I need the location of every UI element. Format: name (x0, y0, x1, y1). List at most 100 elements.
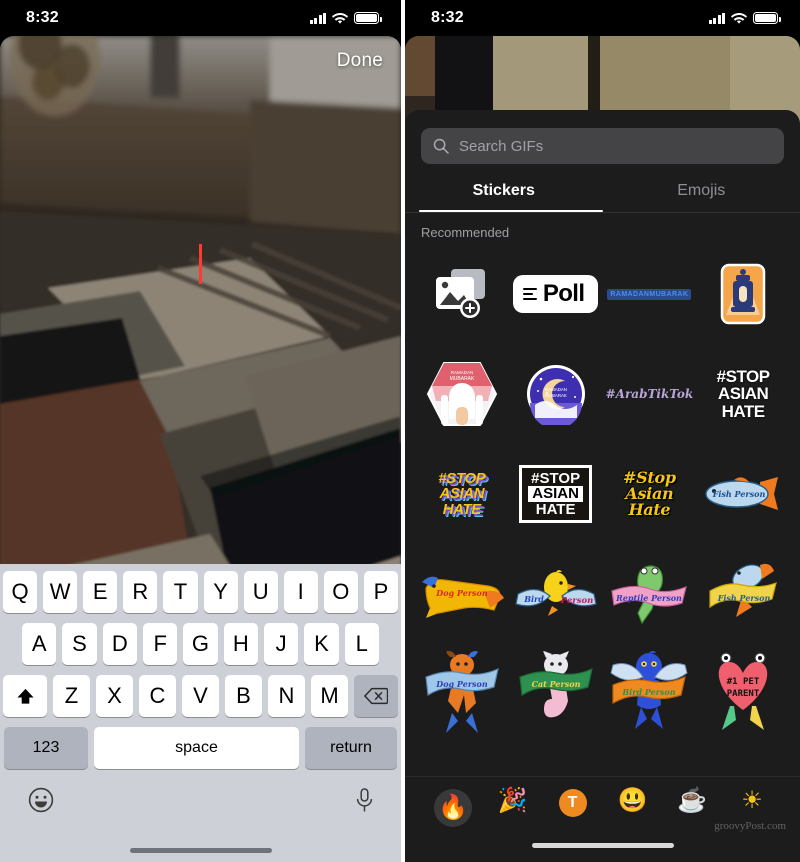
key-m[interactable]: M (311, 675, 348, 717)
key-h[interactable]: H (223, 623, 258, 665)
key-w[interactable]: W (43, 571, 78, 613)
backspace-icon[interactable] (354, 675, 398, 717)
key-e[interactable]: E (83, 571, 118, 613)
search-placeholder: Search GIFs (459, 137, 544, 155)
key-s[interactable]: S (62, 623, 97, 665)
arab-tiktok-text: #ArabTikTok (605, 387, 694, 401)
dog-person-yellow-sticker[interactable]: Dog Person (415, 544, 509, 644)
hot-beverage-emoji-glyph: ☕ (677, 787, 708, 814)
key-y[interactable]: Y (203, 571, 238, 613)
arab-tiktok-sticker[interactable]: #ArabTikTok (603, 344, 697, 444)
svg-text:Fish Person: Fish Person (717, 593, 771, 603)
cat-person-sticker[interactable]: Cat Person (509, 644, 603, 744)
stop-asian-hate-script-sticker[interactable]: #Stop Asian Hate (603, 444, 697, 544)
stop-asian-hate-retro-sticker[interactable]: #STOP ASIAN HATE (415, 444, 509, 544)
fire-emoji[interactable]: 🔥 (423, 789, 483, 827)
key-t[interactable]: T (163, 571, 198, 613)
sun-emoji[interactable]: ☀ (722, 789, 782, 813)
line-hate: HATE (442, 500, 482, 518)
key-q[interactable]: Q (3, 571, 38, 613)
key-x[interactable]: X (96, 675, 133, 717)
bird-person-blue-sticker[interactable]: Bird Person (603, 644, 697, 744)
done-button[interactable]: Done (337, 50, 383, 72)
ramadan-mosque-hex-sticker[interactable]: RAMADAN MUBARAK (415, 344, 509, 444)
line-stop: #STOP (438, 470, 486, 488)
cellular-signal-icon (708, 12, 725, 24)
ramadan-moon-circle-sticker[interactable]: RAMADAN MUBARAK (509, 344, 603, 444)
sticker-row: #STOP ASIAN HATE #STOP ASIAN HATE #Stop … (415, 444, 790, 544)
key-g[interactable]: G (183, 623, 218, 665)
cellular-signal-icon (309, 12, 326, 24)
sticker-sheet: Search GIFs Stickers Emojis Recommended (405, 110, 800, 862)
key-k[interactable]: K (304, 623, 339, 665)
key-o[interactable]: O (323, 571, 358, 613)
reptile-person-sticker[interactable]: Reptile Person (603, 544, 697, 644)
numbers-key[interactable]: 123 (4, 727, 88, 769)
text-cursor (199, 244, 202, 284)
keyboard-row-2: A S D F G H J K L (0, 623, 401, 665)
key-n[interactable]: N (268, 675, 305, 717)
poll-sticker[interactable]: Poll (509, 244, 603, 344)
keyboard-row-4: 123 space return (0, 727, 401, 769)
tab-emojis[interactable]: Emojis (603, 174, 800, 212)
ramadan-lantern-sticker[interactable] (696, 244, 790, 344)
line-asian: ASIAN (528, 486, 583, 502)
hot-beverage-emoji[interactable]: ☕ (662, 789, 722, 813)
svg-text:Reptile Person: Reptile Person (616, 593, 683, 603)
stop-asian-hate-white-sticker[interactable]: #STOP ASIAN HATE (696, 344, 790, 444)
screenshot-stage: 8:32 Done Q W E R T Y U I O P A S D F G … (0, 0, 800, 862)
key-j[interactable]: J (263, 623, 299, 665)
line-stop: #STOP (531, 470, 581, 488)
status-icon-group (708, 12, 781, 24)
left-status-bar: 8:32 (0, 0, 401, 36)
poll-chip: Poll (512, 275, 599, 313)
key-i[interactable]: I (283, 571, 318, 613)
grinning-face-emoji-glyph: 😃 (617, 787, 648, 814)
key-a[interactable]: A (22, 623, 57, 665)
tab-stickers[interactable]: Stickers (405, 174, 603, 212)
shift-arrow-icon[interactable] (3, 675, 47, 717)
home-indicator (129, 848, 272, 853)
smiley-face-icon[interactable] (28, 787, 54, 818)
svg-text:Dog Person: Dog Person (435, 679, 488, 689)
search-input[interactable]: Search GIFs (421, 128, 784, 164)
key-c[interactable]: C (139, 675, 176, 717)
dog-person-orange-sticker[interactable]: Dog Person (415, 644, 509, 744)
right-status-bar: 8:32 (405, 0, 800, 36)
party-popper-emoji[interactable]: 🎉 (483, 789, 543, 813)
sun-emoji-glyph: ☀ (741, 787, 763, 814)
key-r[interactable]: R (123, 571, 158, 613)
sticker-row: Dog Person Cat Person Bird Person #1 PET… (415, 644, 790, 744)
home-indicator (531, 843, 674, 848)
svg-text:RAMADAN: RAMADAN (451, 370, 474, 375)
on-screen-keyboard: Q W E R T Y U I O P A S D F G H J K L Z … (0, 564, 401, 862)
search-icon (433, 138, 449, 154)
key-p[interactable]: P (363, 571, 398, 613)
add-photo-sticker[interactable] (415, 244, 509, 344)
battery-icon (354, 12, 382, 24)
status-time: 8:32 (26, 9, 59, 26)
status-icon-group (309, 12, 382, 24)
bird-person-sticker[interactable]: Bird Person (509, 544, 603, 644)
return-key[interactable]: return (305, 727, 397, 769)
key-v[interactable]: V (182, 675, 219, 717)
grinning-face-emoji[interactable]: 😃 (602, 789, 662, 813)
fish-person-blue-sticker[interactable]: Fish Person (696, 444, 790, 544)
text-t-emoji-glyph: T (558, 789, 587, 817)
text-t-emoji[interactable]: T (543, 789, 603, 817)
space-key[interactable]: space (94, 727, 299, 769)
fire-emoji-glyph: 🔥 (433, 789, 472, 827)
ramadan-mubarak-text-sticker[interactable]: RAMADANMUBARAK (603, 244, 697, 344)
microphone-icon[interactable] (356, 788, 373, 817)
fish-person-yellow-sticker[interactable]: Fish Person (696, 544, 790, 644)
key-l[interactable]: L (344, 623, 379, 665)
pet-parent-heart-sticker[interactable]: #1 PET PARENT (696, 644, 790, 744)
sticker-picker-canvas: Search GIFs Stickers Emojis Recommended (405, 36, 800, 862)
key-b[interactable]: B (225, 675, 262, 717)
stop-asian-hate-boxed-sticker[interactable]: #STOP ASIAN HATE (509, 444, 603, 544)
key-z[interactable]: Z (53, 675, 90, 717)
key-f[interactable]: F (143, 623, 178, 665)
key-d[interactable]: D (102, 623, 137, 665)
key-u[interactable]: U (243, 571, 278, 613)
left-phone-screen: 8:32 Done Q W E R T Y U I O P A S D F G … (0, 0, 401, 862)
